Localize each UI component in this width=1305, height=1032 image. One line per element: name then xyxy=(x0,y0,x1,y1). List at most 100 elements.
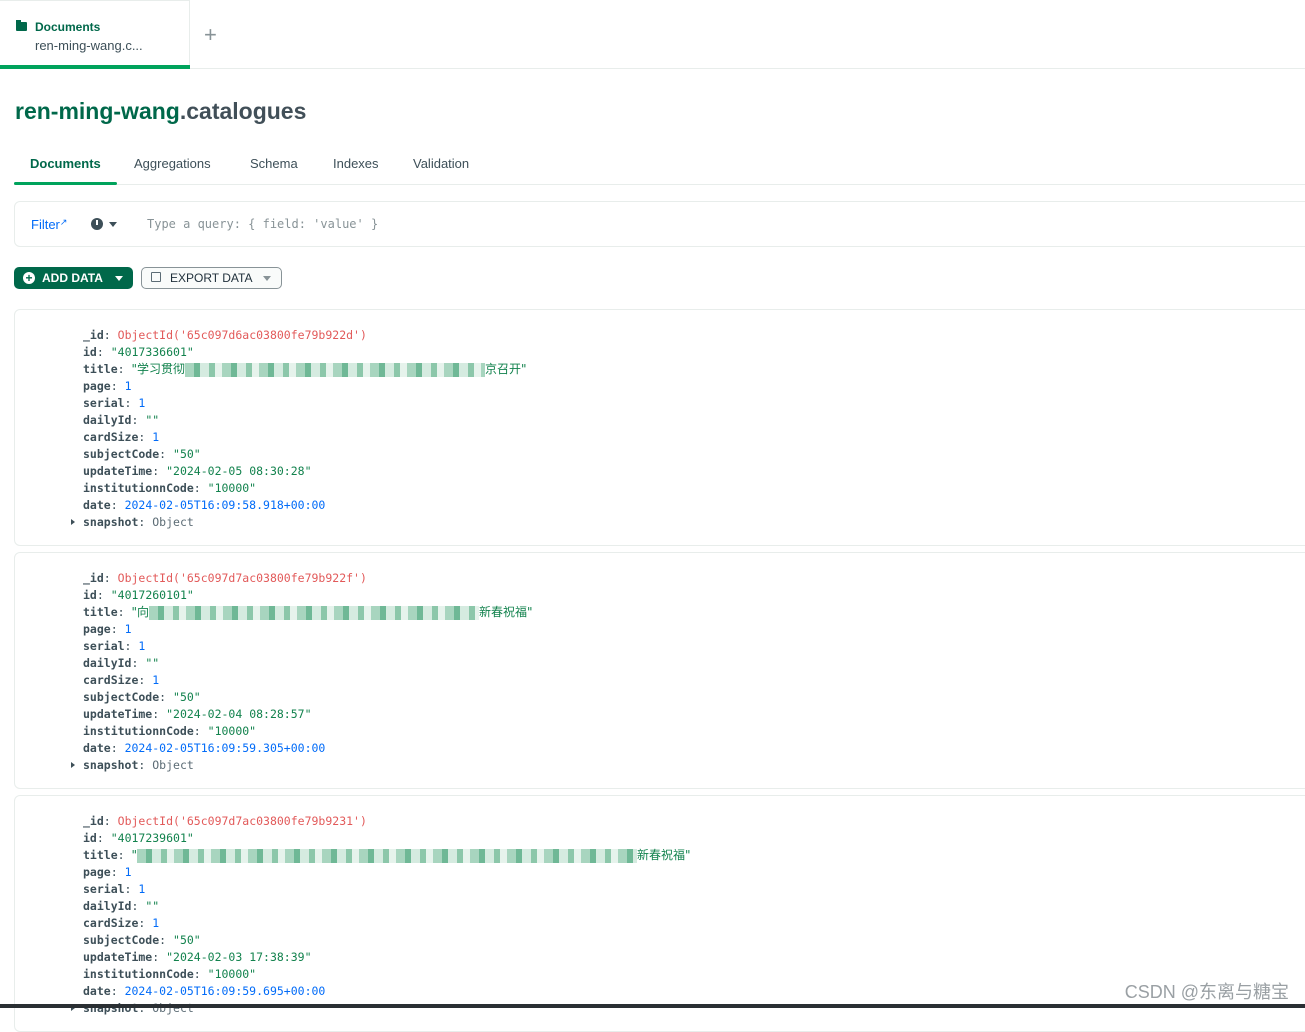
page-title: ren-ming-wang.catalogues xyxy=(15,98,306,125)
field-updateTime: updateTime: "2024-02-05 08:30:28" xyxy=(83,464,312,478)
field-date: date: 2024-02-05T16:09:58.918+00:00 xyxy=(83,498,326,512)
folder-icon xyxy=(16,20,27,31)
pixelated-redaction xyxy=(149,605,480,620)
field-key: institutionnCode xyxy=(83,481,194,495)
export-data-label: EXPORT DATA xyxy=(170,271,253,285)
field-dailyId: dailyId: "" xyxy=(83,413,160,427)
tab-subtitle: ren-ming-wang.c... xyxy=(35,38,143,53)
field-key: title xyxy=(83,362,118,376)
field-institutionnCode: institutionnCode: "10000" xyxy=(83,967,257,981)
field-key: subjectCode xyxy=(83,690,160,704)
field-key: id xyxy=(83,831,97,845)
field-value: "2024-02-04 08:28:57" xyxy=(166,707,312,721)
field-title: title: " 新春祝福" xyxy=(83,848,691,863)
field-key: snapshot xyxy=(83,758,139,772)
tab-aggregations[interactable]: Aggregations xyxy=(134,156,211,171)
new-tab-button[interactable]: + xyxy=(204,22,217,48)
tab-indexes[interactable]: Indexes xyxy=(333,156,379,171)
active-tab-indicator xyxy=(0,65,190,69)
field-value: ObjectId('65c097d7ac03800fe79b9231') xyxy=(117,814,367,828)
field-cardSize: cardSize: 1 xyxy=(83,430,160,444)
document-fields: _id: ObjectId('65c097d7ac03800fe79b922f'… xyxy=(71,570,533,774)
field-key: updateTime xyxy=(83,950,153,964)
bottom-bar xyxy=(0,1004,1305,1008)
field-value: "4017260101" xyxy=(110,588,194,602)
field-key: _id xyxy=(83,571,104,585)
field-value: "" xyxy=(145,899,160,913)
document-card[interactable]: _id: ObjectId('65c097d7ac03800fe79b9231'… xyxy=(14,795,1305,1032)
tab-schema[interactable]: Schema xyxy=(250,156,298,171)
field-value: ObjectId('65c097d6ac03800fe79b922d') xyxy=(117,328,367,342)
field-page: page: 1 xyxy=(83,622,132,636)
title-value-end: 新春祝福" xyxy=(479,605,533,619)
field-value: 2024-02-05T16:09:59.695+00:00 xyxy=(124,984,326,998)
field-updateTime: updateTime: "2024-02-03 17:38:39" xyxy=(83,950,312,964)
field-value: 1 xyxy=(152,673,160,687)
field-dailyId: dailyId: "" xyxy=(83,656,160,670)
field-value: "50" xyxy=(173,690,201,704)
add-data-button[interactable]: + ADD DATA xyxy=(14,267,133,289)
field-key: dailyId xyxy=(83,656,132,670)
field-key: _id xyxy=(83,328,104,342)
expand-caret-icon[interactable] xyxy=(71,519,75,525)
field-title: title: "学习贯彻 京召开" xyxy=(83,362,527,377)
document-fields: _id: ObjectId('65c097d6ac03800fe79b922d'… xyxy=(71,327,527,531)
database-name: ren-ming-wang xyxy=(15,98,180,124)
filter-link[interactable]: Filter↗ xyxy=(31,217,67,232)
field-institutionnCode: institutionnCode: "10000" xyxy=(83,481,257,495)
field-value: "50" xyxy=(173,933,201,947)
query-input[interactable]: Type a query: { field: 'value' } xyxy=(147,217,378,231)
field-serial: serial: 1 xyxy=(83,882,146,896)
title-value-end: 新春祝福" xyxy=(637,848,691,862)
title-value-start: "向 xyxy=(131,605,150,619)
chevron-down-icon xyxy=(115,276,123,281)
active-tab-indicator xyxy=(14,182,117,185)
field-date: date: 2024-02-05T16:09:59.695+00:00 xyxy=(83,984,326,998)
title-value-start: "学习贯彻 xyxy=(131,362,186,376)
expand-caret-icon[interactable] xyxy=(71,762,75,768)
field-value: "2024-02-03 17:38:39" xyxy=(166,950,312,964)
field-key: cardSize xyxy=(83,673,139,687)
watermark: CSDN @东离与糖宝 xyxy=(1124,982,1289,1002)
field-value: 1 xyxy=(152,916,160,930)
chevron-down-icon[interactable] xyxy=(109,222,117,227)
field-value: "4017336601" xyxy=(110,345,194,359)
field-cardSize: cardSize: 1 xyxy=(83,673,160,687)
field-key: cardSize xyxy=(83,916,139,930)
field-title: title: "向 新春祝福" xyxy=(83,605,533,620)
field-value: Object xyxy=(152,515,194,529)
tab-validation[interactable]: Validation xyxy=(413,156,469,171)
add-data-label: ADD DATA xyxy=(42,271,103,285)
field-snapshot: snapshot: Object xyxy=(71,1000,691,1017)
field-value: "4017239601" xyxy=(110,831,194,845)
field-subjectCode: subjectCode: "50" xyxy=(83,933,201,947)
field-value: 1 xyxy=(138,396,146,410)
tab-title: Documents xyxy=(35,20,101,34)
field-value: "50" xyxy=(173,447,201,461)
query-history-icon[interactable] xyxy=(91,218,103,230)
field-value: 1 xyxy=(124,622,132,636)
document-card[interactable]: _id: ObjectId('65c097d7ac03800fe79b922f'… xyxy=(14,552,1305,789)
field-value: "2024-02-05 08:30:28" xyxy=(166,464,312,478)
tab-documents[interactable]: Documents xyxy=(30,156,101,171)
field-key: date xyxy=(83,741,111,755)
field-key: title xyxy=(83,605,118,619)
field-id: id: "4017260101" xyxy=(83,588,194,602)
field-page: page: 1 xyxy=(83,379,132,393)
field-key: cardSize xyxy=(83,430,139,444)
field-key: page xyxy=(83,622,111,636)
field-_id: _id: ObjectId('65c097d7ac03800fe79b922f'… xyxy=(83,571,367,585)
field-key: date xyxy=(83,984,111,998)
field-key: subjectCode xyxy=(83,933,160,947)
document-card[interactable]: _id: ObjectId('65c097d6ac03800fe79b922d'… xyxy=(14,309,1305,546)
field-value: ObjectId('65c097d7ac03800fe79b922f') xyxy=(117,571,367,585)
field-key: date xyxy=(83,498,111,512)
field-value: 1 xyxy=(124,865,132,879)
plus-circle-icon: + xyxy=(23,272,35,284)
document-fields: _id: ObjectId('65c097d7ac03800fe79b9231'… xyxy=(71,813,691,1017)
export-data-button[interactable]: EXPORT DATA xyxy=(141,267,282,289)
field-cardSize: cardSize: 1 xyxy=(83,916,160,930)
field-dailyId: dailyId: "" xyxy=(83,899,160,913)
workspace-tab-documents[interactable]: Documents ren-ming-wang.c... xyxy=(0,0,190,69)
field-value: "10000" xyxy=(207,481,257,495)
